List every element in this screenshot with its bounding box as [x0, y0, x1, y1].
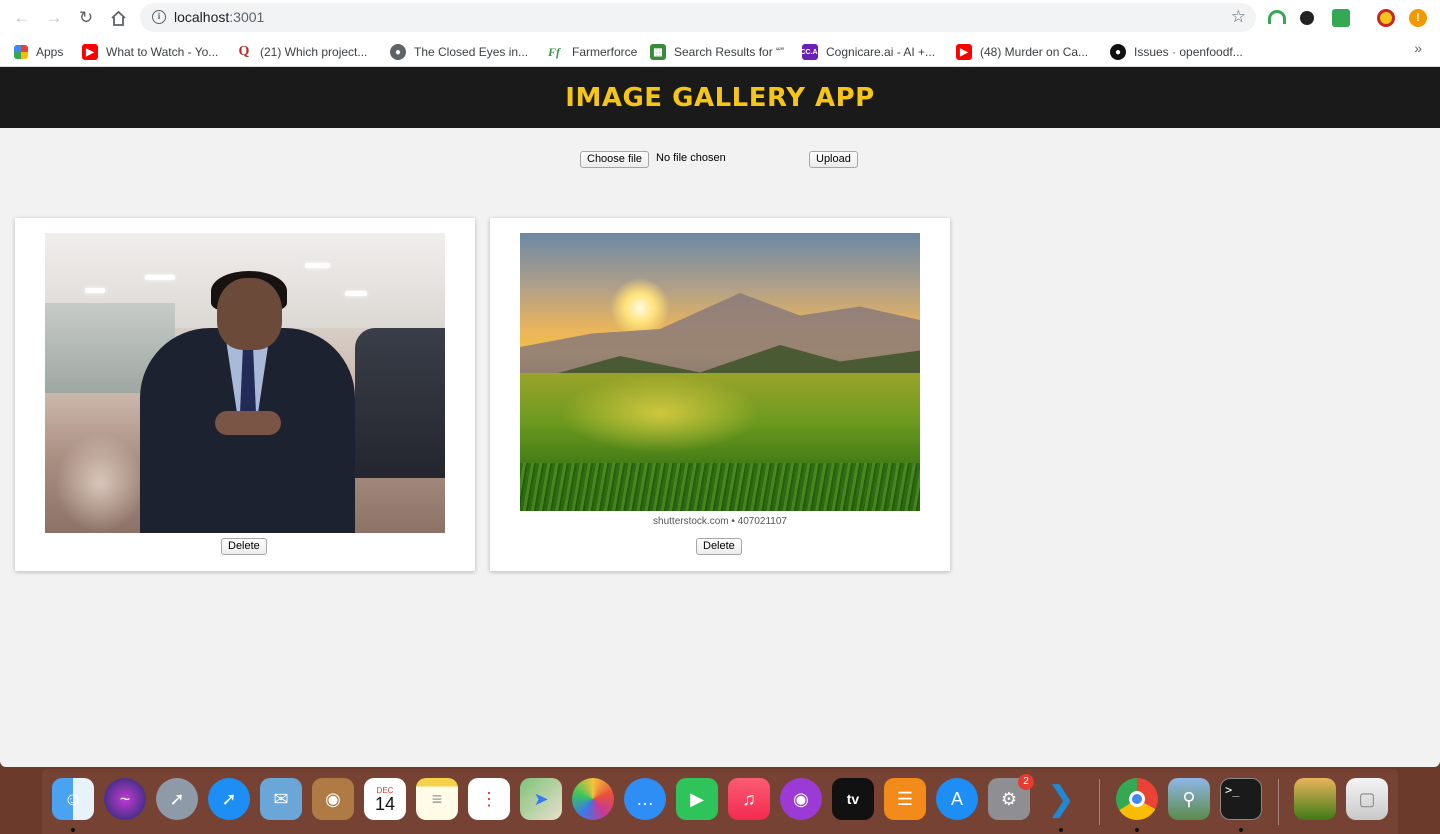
bookmark-item[interactable]: ▶ (48) Murder on Ca...	[956, 41, 1088, 63]
address-url[interactable]: localhost:3001	[174, 9, 264, 25]
search-results-icon: ▦	[650, 44, 666, 60]
bookmark-apps[interactable]: Apps	[14, 41, 63, 63]
delete-button[interactable]: Delete	[696, 538, 742, 555]
app-header: IMAGE GALLERY APP	[0, 67, 1440, 128]
system-preferences-icon[interactable]: ⚙ 2	[988, 774, 1034, 820]
extension-profile-icon[interactable]	[1377, 9, 1395, 27]
terminal-prompt: >_	[1225, 783, 1240, 797]
image-watermark: shutterstock.com • 407021107	[520, 511, 920, 533]
mountain-sunset-photo: shutterstock.com • 407021107	[520, 233, 920, 533]
bookmark-item[interactable]: Q (21) Which project...	[236, 41, 368, 63]
bookmarks-overflow-icon[interactable]: »	[1414, 40, 1422, 56]
chrome-icon[interactable]	[1116, 778, 1158, 820]
contacts-icon[interactable]: ◉	[312, 778, 354, 820]
music-icon[interactable]: ♫	[728, 778, 770, 820]
page-viewport: IMAGE GALLERY APP Choose file No file ch…	[0, 67, 1440, 767]
dock-separator	[1278, 779, 1279, 825]
gallery-card: Delete	[15, 218, 475, 571]
calendar-day: 14	[374, 793, 396, 814]
bookmark-label: Apps	[36, 45, 64, 59]
bookmark-item[interactable]: ▦ Search Results for “”	[650, 41, 784, 63]
terminal-icon[interactable]: >_	[1220, 778, 1262, 820]
maps-icon[interactable]: ➤	[520, 778, 562, 820]
running-indicator	[71, 828, 75, 832]
upload-button[interactable]: Upload	[809, 151, 858, 168]
dock-separator	[1099, 779, 1100, 825]
bookmark-item[interactable]: ● Issues · openfoodf...	[1110, 41, 1243, 63]
address-bar[interactable]: i localhost:3001 ☆	[140, 3, 1256, 32]
gallery-card: shutterstock.com • 407021107 Delete	[490, 218, 950, 571]
extension-mail-icon[interactable]	[1332, 9, 1350, 27]
apps-grid-icon	[14, 45, 28, 59]
bookmark-item[interactable]: ● The Closed Eyes in...	[390, 41, 528, 63]
cognicare-icon: CC.AI	[800, 44, 820, 60]
bookmark-label: Cognicare.ai - AI +...	[826, 45, 936, 59]
youtube-icon: ▶	[82, 44, 98, 60]
notes-icon[interactable]: ≡	[416, 778, 458, 820]
preview-icon[interactable]: ⚲	[1168, 778, 1210, 820]
site-info-icon[interactable]: i	[152, 10, 166, 24]
delete-button[interactable]: Delete	[221, 538, 267, 555]
youtube-icon: ▶	[956, 44, 972, 60]
app-title: IMAGE GALLERY APP	[565, 82, 875, 113]
bookmark-item[interactable]: ▶ What to Watch - Yo...	[82, 41, 218, 63]
running-indicator	[1135, 828, 1139, 832]
photos-icon[interactable]	[572, 778, 614, 820]
quora-icon: Q	[238, 44, 250, 59]
messages-icon[interactable]: …	[624, 778, 666, 820]
choose-file-button[interactable]: Choose file	[580, 151, 650, 168]
bookmark-item[interactable]: CC.AI Cognicare.ai - AI +...	[800, 41, 936, 63]
github-icon: ●	[1110, 44, 1126, 60]
home-icon[interactable]	[106, 6, 130, 30]
bookmark-label: Search Results for “”	[674, 45, 785, 59]
extension-cloud-icon[interactable]	[1300, 11, 1314, 25]
launchpad-icon[interactable]: ➚	[156, 778, 198, 820]
books-icon[interactable]: ☰	[884, 778, 926, 820]
browser-toolbar: ← → ↻ i localhost:3001 ☆ !	[0, 0, 1440, 36]
bookmark-label: What to Watch - Yo...	[106, 45, 219, 59]
back-arrow-icon[interactable]: ←	[10, 6, 34, 30]
running-indicator	[1239, 828, 1243, 832]
calendar-icon[interactable]: DEC 14	[364, 778, 406, 820]
bookmark-item[interactable]: Ff Farmerforce	[544, 41, 637, 63]
forward-arrow-icon[interactable]: →	[42, 6, 66, 30]
bookmarks-bar: Apps ▶ What to Watch - Yo... Q (21) Whic…	[0, 36, 1440, 67]
bookmark-label: The Closed Eyes in...	[414, 45, 529, 59]
app-store-icon[interactable]: A	[936, 778, 978, 820]
bookmark-label: Farmerforce	[572, 45, 638, 59]
downloads-stack-icon[interactable]	[1294, 778, 1336, 820]
bookmark-star-icon[interactable]: ☆	[1231, 7, 1246, 27]
podcasts-icon[interactable]: ◉	[780, 778, 822, 820]
bookmark-label: Issues · openfoodf...	[1134, 45, 1243, 59]
reminders-icon[interactable]: ⋮	[468, 778, 510, 820]
siri-icon[interactable]: ~	[104, 778, 146, 820]
finder-icon[interactable]: ☺	[52, 778, 94, 820]
vscode-icon[interactable]: ❯	[1040, 778, 1082, 820]
trash-icon[interactable]: ▢	[1346, 778, 1388, 820]
person-in-suit-photo	[45, 233, 445, 533]
farmerforce-icon: Ff	[548, 44, 560, 59]
mail-icon[interactable]: ✉	[260, 778, 302, 820]
macos-dock: ☺ ~ ➚ ➚ ✉ ◉ DEC 14 ≡ ⋮ ➤ … ▶ ♫ ◉ tv ☰ A …	[42, 769, 1398, 834]
update-alert-icon[interactable]: !	[1409, 9, 1427, 27]
safari-icon[interactable]: ➚	[208, 778, 250, 820]
facetime-icon[interactable]: ▶	[676, 778, 718, 820]
extension-rainbow-icon[interactable]	[1268, 10, 1286, 24]
bookmark-label: (21) Which project...	[260, 45, 368, 59]
bookmark-label: (48) Murder on Ca...	[980, 45, 1089, 59]
apple-tv-icon[interactable]: tv	[832, 778, 874, 820]
reload-icon[interactable]: ↻	[74, 6, 98, 30]
apple-tv-label: tv	[846, 791, 860, 807]
notification-badge: 2	[1018, 774, 1034, 790]
file-status-text: No file chosen	[656, 152, 726, 164]
globe-icon: ●	[390, 44, 406, 60]
running-indicator	[1059, 828, 1063, 832]
